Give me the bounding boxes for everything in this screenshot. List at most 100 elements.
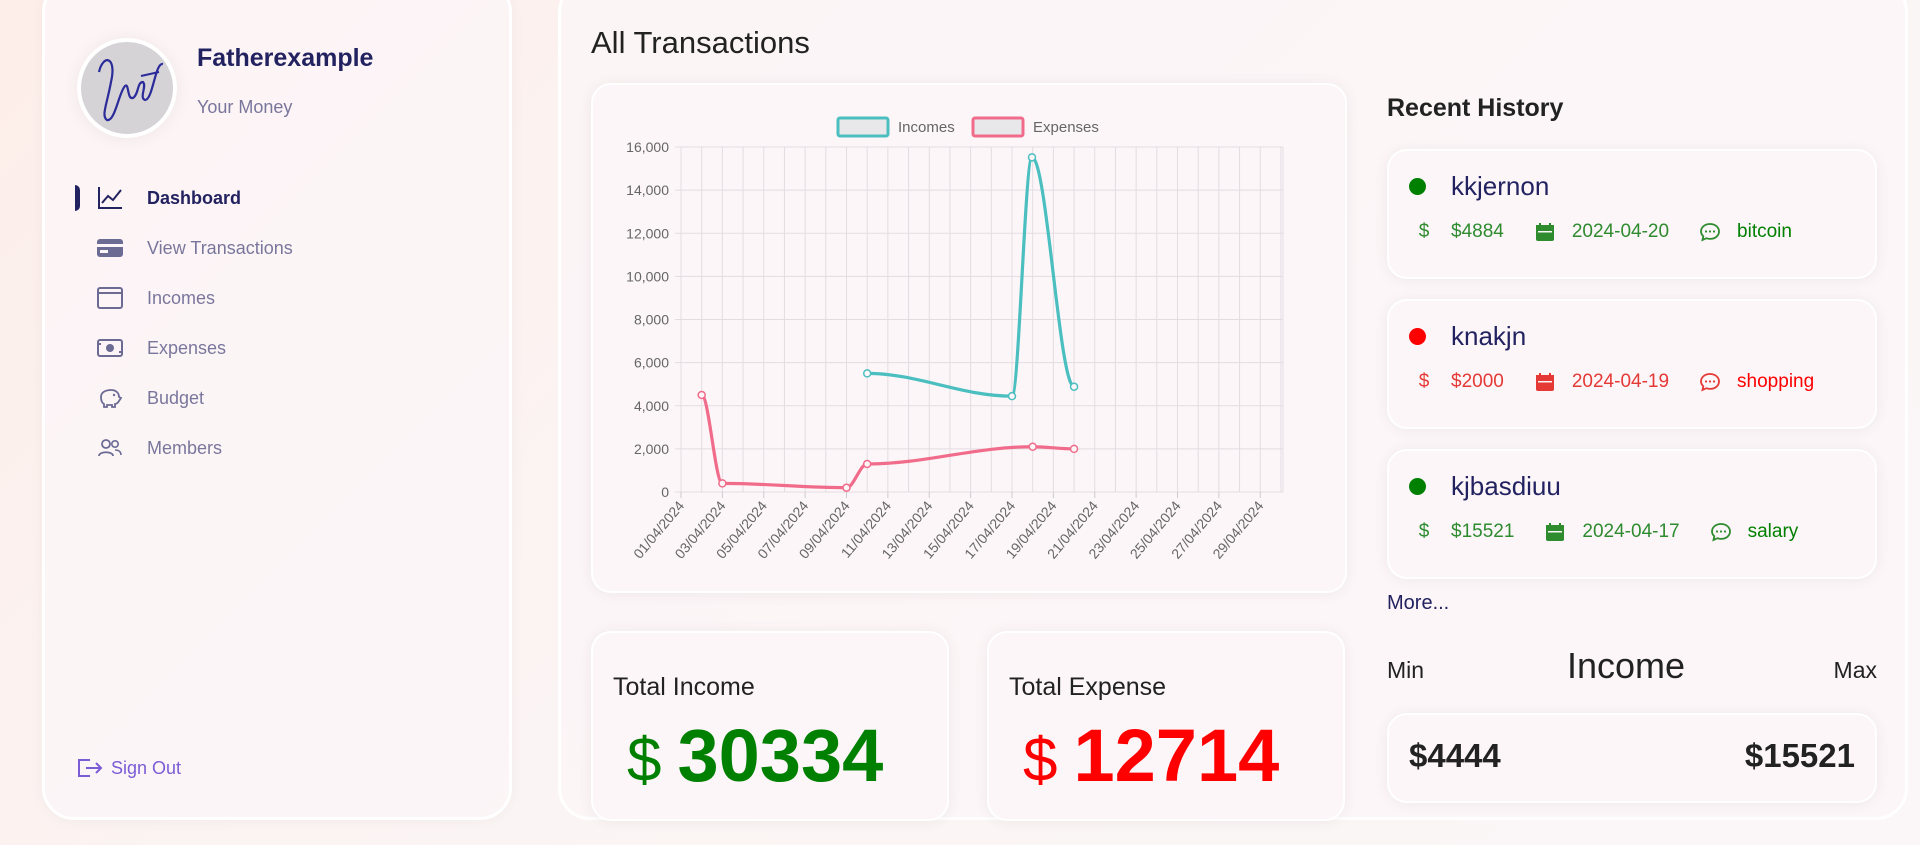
menu-item-expenses[interactable]: Expenses — [75, 323, 475, 373]
comment-icon — [1697, 219, 1723, 245]
y-tick-label: 8,000 — [634, 312, 669, 328]
dollar-icon: $ — [1418, 371, 1430, 392]
dollar-icon: $ — [1418, 221, 1430, 242]
history-item-meta: $ $2000 2024-04-19 shopping — [1411, 369, 1842, 395]
history-date: 2024-04-20 — [1571, 221, 1670, 242]
max-label: Max — [1833, 657, 1877, 683]
calendar-icon — [1532, 369, 1558, 395]
total-expense-card: Total Expense $ 12714 — [987, 631, 1345, 821]
max-income-value: $15521 — [1744, 737, 1855, 774]
minmax-title: Income — [1567, 645, 1686, 686]
y-tick-label: 14,000 — [626, 182, 669, 198]
legend-swatch — [971, 116, 1025, 138]
menu-item-members[interactable]: Members — [75, 423, 475, 473]
y-tick-label: 0 — [661, 484, 669, 500]
legend-swatch — [836, 116, 890, 138]
menu-item-label: Budget — [147, 387, 205, 408]
credit-card-icon — [95, 233, 125, 263]
total-expense-label: Total Expense — [1009, 673, 1167, 701]
profile-name: Fatherexample — [197, 44, 374, 72]
menu-item-label: Incomes — [147, 287, 216, 308]
avatar[interactable] — [77, 38, 177, 138]
history-note: shopping — [1737, 371, 1815, 392]
income-minmax-header: Min Income Max — [1387, 645, 1877, 690]
history-amount: $4884 — [1451, 221, 1504, 242]
data-point — [1069, 444, 1079, 454]
y-tick-label: 10,000 — [626, 268, 669, 284]
history-item-meta: $ $4884 2024-04-20 bitcoin — [1411, 219, 1820, 245]
total-income-value: $ 30334 — [627, 713, 883, 798]
history-item[interactable]: kkjernon $ $4884 2024-04-20 bitcoin — [1387, 149, 1877, 279]
profile-subtitle: Your Money — [197, 97, 293, 117]
total-income-amount: 30334 — [677, 714, 884, 797]
data-point — [1007, 391, 1017, 401]
data-point — [862, 369, 872, 378]
total-income-label: Total Income — [613, 673, 755, 701]
comment-icon — [1697, 369, 1723, 395]
history-amount: $2000 — [1451, 371, 1504, 392]
legend-label: Incomes — [898, 119, 955, 136]
data-point — [1069, 382, 1079, 391]
data-point — [1027, 153, 1037, 162]
history-item-title: knakjn — [1451, 321, 1527, 351]
history-item[interactable]: kjbasdiuu $ $15521 2024-04-17 salary — [1387, 449, 1877, 579]
history-item[interactable]: knakjn $ $2000 2024-04-19 shopping — [1387, 299, 1877, 429]
menu-item-label: Members — [147, 437, 223, 458]
min-label: Min — [1387, 657, 1425, 683]
menu-item-budget[interactable]: Budget — [75, 373, 475, 423]
currency-symbol: $ — [627, 726, 662, 795]
page-title: All Transactions — [591, 25, 810, 60]
legend-label: Expenses — [1033, 119, 1099, 136]
menu-item-label: Dashboard — [147, 187, 242, 208]
main-menu: Dashboard View Transactions Incomes Expe… — [75, 173, 475, 473]
y-tick-label: 16,000 — [626, 139, 669, 155]
piggy-bank-icon — [95, 383, 125, 413]
dollar-icon: $ — [1418, 521, 1430, 542]
income-status-dot — [1409, 178, 1426, 195]
menu-item-label: View Transactions — [147, 237, 293, 258]
calendar-icon — [1532, 219, 1558, 245]
line-chart-icon — [95, 183, 125, 213]
menu-item-label: Expenses — [147, 337, 227, 358]
menu-item-incomes[interactable]: Incomes — [75, 273, 475, 323]
history-amount: $15521 — [1451, 521, 1515, 542]
y-tick-label: 6,000 — [634, 355, 669, 371]
expense-status-dot — [1409, 328, 1426, 345]
sign-out-icon — [75, 753, 105, 783]
data-point — [842, 483, 851, 492]
total-income-card: Total Income $ 30334 — [591, 631, 949, 821]
history-note: salary — [1747, 521, 1799, 542]
history-note: bitcoin — [1737, 221, 1792, 242]
income-status-dot — [1409, 478, 1426, 495]
users-icon — [95, 433, 125, 463]
history-item-title: kkjernon — [1451, 171, 1550, 201]
money-icon — [95, 333, 125, 363]
recent-history-title: Recent History — [1387, 94, 1564, 122]
menu-item-dashboard[interactable]: Dashboard — [75, 173, 475, 223]
history-date: 2024-04-17 — [1582, 521, 1680, 542]
transactions-chart-card: 0 2,000 4,000 6,000 8,000 10,000 12,000 14,000 1… — [591, 83, 1347, 593]
history-item-title: kjbasdiuu — [1451, 471, 1561, 501]
recent-history: Recent History kkjernon $ $4884 2024-04-2… — [1387, 88, 1877, 803]
data-point — [1028, 442, 1037, 451]
sign-out-button[interactable]: Sign Out — [75, 753, 181, 783]
income-minmax-card: $4444 $15521 — [1387, 713, 1877, 803]
window-icon — [95, 283, 125, 313]
min-income-value: $4444 — [1409, 737, 1501, 774]
user-profile: Fatherexample Your Money — [77, 38, 373, 138]
transactions-line-chart: 0 2,000 4,000 6,000 8,000 10,000 12,000 14,000 1… — [626, 116, 1284, 562]
menu-item-view-transactions[interactable]: View Transactions — [75, 223, 475, 273]
comment-icon — [1708, 519, 1734, 545]
y-tick-label: 4,000 — [634, 398, 669, 414]
sidebar: Fatherexample Your Money Dashboard View … — [42, 0, 512, 820]
total-expense-amount: 12714 — [1073, 714, 1280, 797]
data-point — [697, 390, 706, 400]
sign-out-label: Sign Out — [111, 757, 182, 778]
history-item-meta: $ $15521 2024-04-17 salary — [1411, 519, 1826, 545]
data-point — [718, 479, 727, 488]
y-tick-label: 12,000 — [626, 225, 669, 241]
calendar-icon — [1542, 519, 1568, 545]
more-link[interactable]: More... — [1387, 592, 1449, 615]
history-date: 2024-04-19 — [1571, 371, 1670, 392]
data-point — [862, 459, 872, 469]
